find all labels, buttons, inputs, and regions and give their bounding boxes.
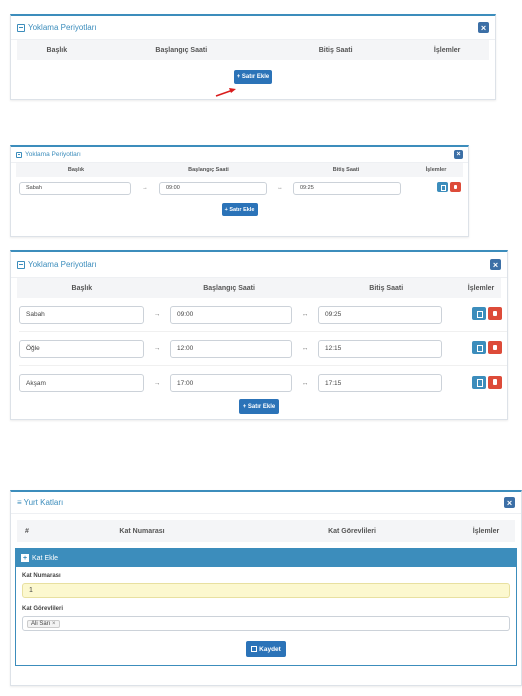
header-end: Bitiş Saati <box>318 46 353 54</box>
table-header: Başlık Başlangıç Saati Bitiş Saati İşlem… <box>17 40 489 60</box>
panel-header: Yoklama Periyotları × <box>11 16 495 40</box>
table-row: Akşam → 17:00 ↔ 17:15 <box>19 373 507 393</box>
start-time-input[interactable]: 17:00 <box>170 374 292 392</box>
start-time-input[interactable]: 09:00 <box>170 305 292 324</box>
title-input[interactable]: Öğle <box>19 339 144 358</box>
header-start: Başlangıç Saati <box>155 46 208 54</box>
floors-panel: ≡ Yurt Katları × # Kat Numarası Kat Görev… <box>10 490 522 686</box>
save-button[interactable] <box>472 307 486 320</box>
close-button[interactable]: × <box>454 150 463 159</box>
table-header: Başlık Başlangıç Saati Bitiş Saati İşlem… <box>16 163 463 177</box>
add-row-button[interactable]: + Satır Ekle <box>221 203 258 216</box>
add-row-button[interactable]: + Satır Ekle <box>239 399 279 414</box>
staff-label: Kat Görevlileri <box>22 606 64 612</box>
red-arrow-icon <box>215 88 236 97</box>
period-panel-empty: Yoklama Periyotları × Başlık Başlangıç S… <box>10 14 496 100</box>
delete-button[interactable] <box>488 341 502 354</box>
start-time-input[interactable]: 09:00 <box>159 181 267 195</box>
end-time-input[interactable]: 09:25 <box>318 305 442 324</box>
save-button[interactable] <box>437 182 448 192</box>
end-time-input[interactable]: 09:25 <box>293 181 401 195</box>
close-button[interactable]: × <box>504 497 515 508</box>
staff-select[interactable]: Ali Sarı × <box>22 616 510 631</box>
panel-title: Yoklama Periyotları <box>25 151 81 158</box>
delete-button[interactable] <box>450 182 461 192</box>
header-title: Başlık <box>46 46 68 54</box>
end-time-input[interactable]: 12:15 <box>318 339 442 358</box>
save-button[interactable] <box>472 341 486 354</box>
period-panel-three-rows: Yoklama Periyotları × Başlık Başlangıç S… <box>10 250 508 420</box>
form-header: + Kat Ekle <box>16 549 516 567</box>
table-header: Başlık Başlangıç Saati Bitiş Saati İşlem… <box>17 278 501 298</box>
close-button[interactable]: × <box>490 259 501 270</box>
delete-button[interactable] <box>488 375 502 389</box>
table-row: Sabah → 09:00 ↔ 09:25 <box>19 181 468 195</box>
add-floor-form: + Kat Ekle Kat Numarası 1 Kat Görevliler… <box>15 548 517 666</box>
save-button[interactable] <box>472 375 486 389</box>
save-floor-button[interactable]: Kaydet <box>246 641 286 657</box>
header-actions: İşlemler <box>433 46 461 54</box>
table-row: Sabah → 09:00 ↔ 09:25 <box>19 305 507 332</box>
title-input[interactable]: Akşam <box>19 374 144 392</box>
remove-tag-icon[interactable]: × <box>52 621 56 627</box>
staff-tag: Ali Sarı × <box>27 619 60 628</box>
end-time-input[interactable]: 17:15 <box>318 374 442 392</box>
floppy-icon <box>251 646 258 652</box>
list-icon: ≡ <box>17 498 22 507</box>
table-header: # Kat Numarası Kat Görevlileri İşlemler <box>17 520 515 542</box>
panel-title: Yoklama Periyotları <box>28 260 97 269</box>
table-row: Öğle → 12:00 ↔ 12:15 <box>19 339 507 366</box>
floor-number-input[interactable]: 1 <box>22 583 510 598</box>
panel-title: Yoklama Periyotları <box>28 23 97 32</box>
start-time-input[interactable]: 12:00 <box>170 339 292 358</box>
plus-icon: + <box>21 554 29 562</box>
title-input[interactable]: Sabah <box>19 305 144 324</box>
panel-title: Yurt Katları <box>23 498 64 507</box>
period-panel-one-row: Yoklama Periyotları × Başlık Başlangıç S… <box>10 145 469 237</box>
close-button[interactable]: × <box>478 22 489 33</box>
title-input[interactable]: Sabah <box>19 181 131 195</box>
add-row-button[interactable]: + Satır Ekle <box>234 70 272 84</box>
delete-button[interactable] <box>488 307 502 320</box>
calendar-icon <box>17 260 25 269</box>
calendar-icon <box>16 151 22 158</box>
floor-number-label: Kat Numarası <box>22 573 61 579</box>
calendar-icon <box>17 23 25 32</box>
